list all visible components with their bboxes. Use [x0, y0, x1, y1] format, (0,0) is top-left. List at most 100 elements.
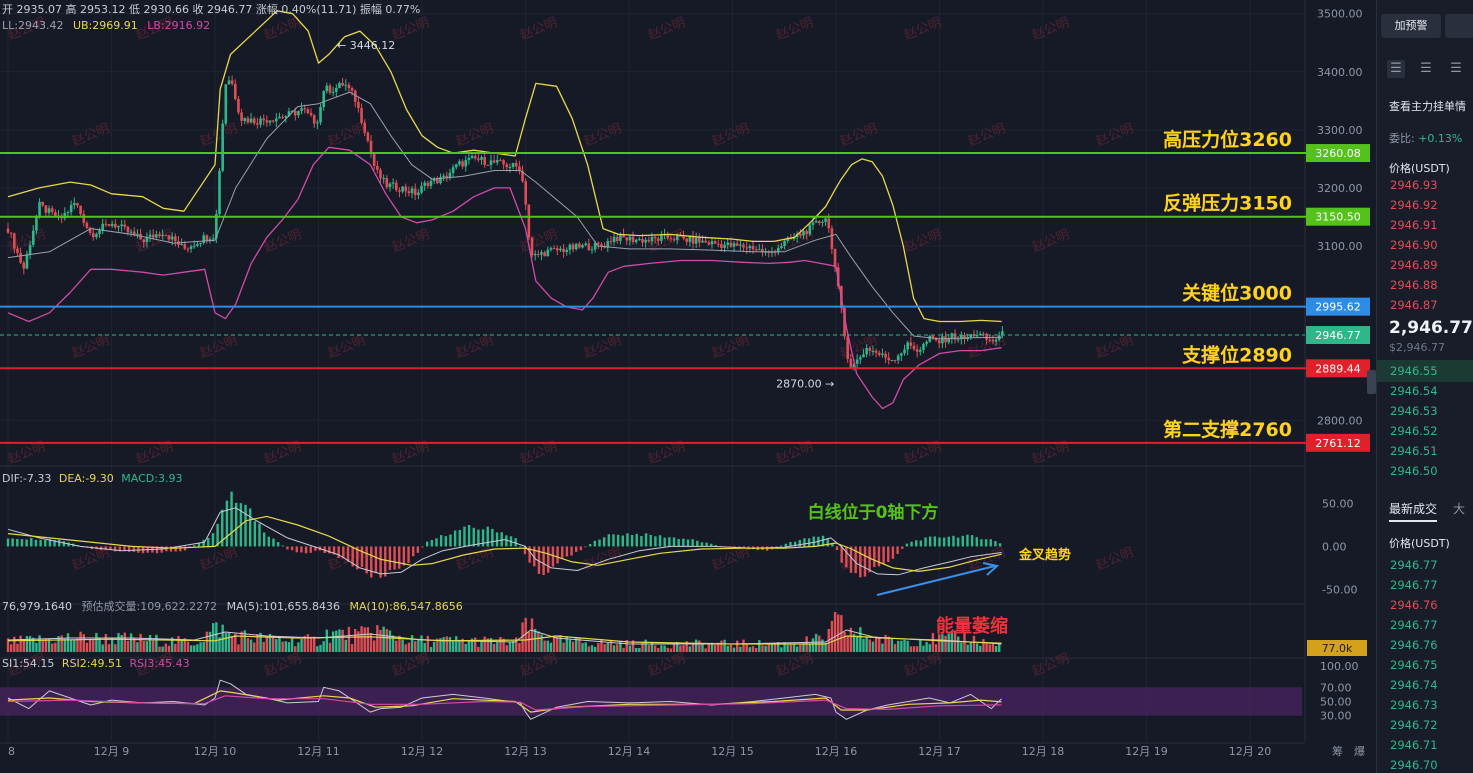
macd-bar	[565, 546, 569, 557]
candle-body	[732, 243, 736, 247]
macd-bar	[575, 546, 578, 552]
macd-bar	[486, 526, 489, 547]
bids-view-icon[interactable]: ☰	[1417, 60, 1435, 78]
volume-bar	[92, 640, 95, 652]
candle-body	[401, 186, 404, 192]
macd-bar	[193, 545, 196, 547]
candle-body	[221, 123, 224, 171]
ask-row[interactable]: 2946.91	[1390, 218, 1438, 232]
candle-body	[571, 244, 575, 250]
trade-row[interactable]: 2946.77	[1390, 578, 1438, 592]
macd-bar	[304, 546, 308, 554]
macd-bar	[230, 491, 233, 547]
candle-body	[495, 160, 499, 163]
both-sides-view-icon[interactable]: ☰	[1387, 60, 1405, 78]
candle-body	[477, 158, 480, 160]
trade-row[interactable]: 2946.70	[1390, 758, 1438, 772]
volume-bar	[38, 635, 41, 652]
trade-row[interactable]: 2946.76	[1390, 598, 1438, 612]
kline-chart[interactable]: 赵公明 赵公明 赵公明 赵公明 赵公明 赵公明 赵公明 赵公明 赵公明赵公明 赵公明 赵公明 赵公明赵…	[0, 0, 1473, 773]
volume-bar	[186, 641, 190, 652]
current-price-tag: 2946.77	[1315, 329, 1361, 342]
ask-row[interactable]: 2946.90	[1390, 238, 1438, 252]
bid-row[interactable]: 2946.55	[1390, 364, 1438, 378]
asks-view-icon[interactable]: ☰	[1447, 60, 1465, 78]
trade-row[interactable]: 2946.77	[1390, 618, 1438, 632]
candle-body	[186, 248, 190, 250]
volume-bar	[975, 643, 979, 652]
trade-row[interactable]: 2946.74	[1390, 678, 1438, 692]
volume-bar	[669, 648, 673, 652]
ask-row[interactable]: 2946.89	[1390, 258, 1438, 272]
candle-body	[615, 236, 619, 242]
candle-body	[183, 243, 187, 249]
volume-bar	[492, 643, 496, 652]
date-tick-label: 12月 12	[401, 745, 444, 758]
trade-row[interactable]: 2946.75	[1390, 658, 1438, 672]
candle-body	[619, 234, 622, 242]
macd-bar	[444, 536, 448, 547]
volume-bar	[88, 640, 92, 652]
volume-bar	[114, 644, 117, 652]
volume-bar	[189, 645, 193, 652]
add-alert-button[interactable]: 加预警	[1381, 14, 1441, 38]
volume-bar	[559, 635, 562, 652]
bid-row[interactable]: 2946.51	[1390, 444, 1438, 458]
volume-bar	[309, 636, 313, 652]
trade-row[interactable]: 2946.76	[1390, 638, 1438, 652]
trade-row[interactable]: 2946.72	[1390, 718, 1438, 732]
volume-bar	[294, 646, 297, 652]
macd-bar	[34, 539, 38, 547]
tab-latest-trades[interactable]: 最新成交	[1389, 500, 1438, 522]
candle-body	[9, 232, 13, 234]
volume-bar	[543, 640, 546, 652]
candle-body	[505, 164, 509, 168]
candle-body	[259, 118, 262, 125]
macd-bar	[207, 537, 210, 547]
volume-bar	[729, 644, 733, 652]
candle-body	[205, 235, 209, 241]
volume-bar	[660, 645, 663, 652]
bid-row[interactable]: 2946.50	[1390, 464, 1438, 478]
ask-row[interactable]: 2946.88	[1390, 278, 1438, 292]
bid-row[interactable]: 2946.53	[1390, 404, 1438, 418]
volume-bar	[830, 620, 834, 652]
depth-title[interactable]: 查看主力挂单情	[1389, 98, 1466, 114]
candle-body	[830, 228, 834, 250]
candle-body	[76, 203, 79, 206]
sidebar-extra-button[interactable]	[1445, 14, 1473, 38]
tab-large-trades[interactable]: 大	[1453, 502, 1465, 516]
candle-body	[394, 182, 398, 191]
date-tick-label: 12月 13	[504, 745, 547, 758]
volume-bar	[808, 643, 812, 652]
volume-bar	[300, 638, 303, 652]
volume-bar	[540, 634, 543, 652]
macd-bar	[542, 546, 545, 576]
panel-collapse-handle[interactable]	[1367, 370, 1376, 394]
volume-bar	[966, 644, 969, 652]
candle-body	[546, 249, 550, 257]
volume-bar	[906, 640, 909, 652]
trade-row[interactable]: 2946.77	[1390, 558, 1438, 572]
ask-row[interactable]: 2946.87	[1390, 298, 1438, 312]
volume-bar	[180, 639, 183, 652]
macd-bar	[267, 536, 271, 547]
axis-extra-label: 爆	[1354, 744, 1365, 758]
macd-bar	[984, 539, 988, 547]
candle-body	[780, 245, 783, 248]
ask-row[interactable]: 2946.93	[1390, 178, 1438, 192]
date-tick-label: 12月 11	[297, 745, 340, 758]
macd-bar	[784, 543, 788, 547]
macd-bar	[235, 502, 238, 547]
trade-row[interactable]: 2946.71	[1390, 738, 1438, 752]
bid-row[interactable]: 2946.54	[1390, 384, 1438, 398]
candle-body	[865, 347, 868, 355]
volume-bar	[158, 646, 161, 652]
volume-bar	[63, 639, 67, 652]
candle-body	[303, 108, 307, 110]
trade-row[interactable]: 2946.73	[1390, 698, 1438, 712]
bid-row[interactable]: 2946.52	[1390, 424, 1438, 438]
candle-body	[480, 157, 483, 160]
macd-bar	[910, 541, 913, 547]
ask-row[interactable]: 2946.92	[1390, 198, 1438, 212]
